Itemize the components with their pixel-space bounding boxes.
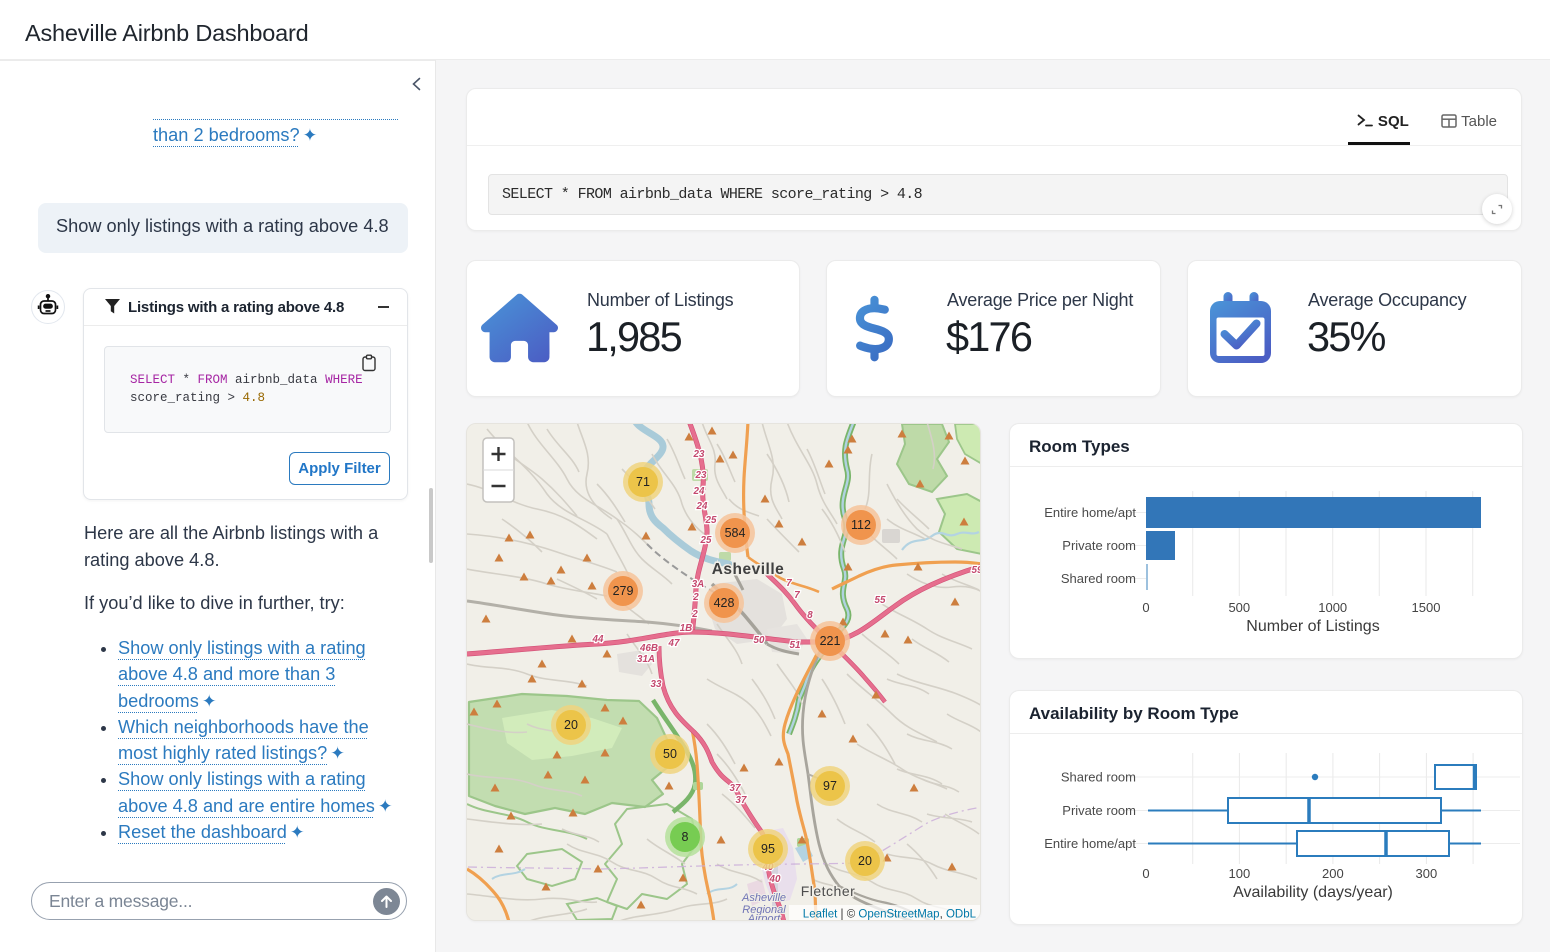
svg-text:47: 47 [668, 638, 680, 649]
svg-text:2: 2 [692, 592, 699, 603]
svg-text:8: 8 [682, 830, 689, 844]
svg-text:25: 25 [705, 515, 717, 526]
svg-text:23: 23 [695, 470, 707, 481]
svg-text:97: 97 [823, 779, 837, 793]
svg-text:20: 20 [858, 854, 872, 868]
svg-text:0: 0 [1142, 866, 1149, 881]
svg-text:Shared room: Shared room [1061, 770, 1136, 785]
svg-text:Private room: Private room [1062, 803, 1136, 818]
svg-text:279: 279 [613, 584, 634, 598]
svg-text:584: 584 [725, 526, 746, 540]
svg-text:40: 40 [769, 874, 781, 885]
svg-text:Fletcher: Fletcher [801, 883, 856, 899]
svg-text:500: 500 [1228, 600, 1250, 615]
svg-text:50: 50 [754, 635, 765, 646]
svg-text:46B: 46B [639, 643, 658, 654]
svg-text:1B: 1B [680, 623, 693, 634]
svg-text:1000: 1000 [1318, 600, 1347, 615]
svg-text:8: 8 [807, 610, 813, 621]
svg-text:3A: 3A [692, 579, 705, 590]
svg-text:44: 44 [592, 634, 604, 645]
svg-text:300: 300 [1416, 866, 1438, 881]
svg-text:428: 428 [714, 596, 735, 610]
svg-text:221: 221 [820, 634, 841, 648]
svg-text:2: 2 [691, 609, 698, 620]
svg-text:55: 55 [875, 595, 886, 606]
svg-text:37: 37 [736, 795, 747, 806]
svg-text:59: 59 [972, 565, 981, 576]
svg-text:200: 200 [1322, 866, 1344, 881]
svg-text:Entire home/apt: Entire home/apt [1044, 836, 1136, 851]
svg-text:23: 23 [693, 449, 705, 460]
svg-text:25: 25 [700, 535, 712, 546]
svg-text:Number of Listings: Number of Listings [1246, 618, 1379, 635]
svg-text:112: 112 [851, 518, 871, 532]
svg-text:37: 37 [730, 783, 741, 794]
svg-text:Entire home/apt: Entire home/apt [1044, 505, 1136, 520]
svg-text:1500: 1500 [1412, 600, 1441, 615]
svg-text:Asheville: Asheville [712, 561, 785, 578]
svg-text:7: 7 [794, 590, 800, 601]
svg-text:Airport: Airport [747, 913, 781, 921]
svg-text:Asheville: Asheville [741, 892, 786, 904]
svg-text:51: 51 [790, 640, 801, 651]
svg-text:Leaflet | © OpenStreetMap, ODb: Leaflet | © OpenStreetMap, ODbL [803, 909, 977, 921]
svg-text:50: 50 [663, 747, 677, 761]
svg-text:Shared room: Shared room [1061, 571, 1136, 586]
svg-text:31A: 31A [637, 654, 655, 665]
svg-text:7: 7 [786, 578, 792, 589]
svg-text:Private room: Private room [1062, 538, 1136, 553]
svg-text:0: 0 [1142, 600, 1149, 615]
svg-text:24: 24 [693, 486, 705, 497]
svg-text:20: 20 [564, 718, 578, 732]
svg-text:100: 100 [1229, 866, 1251, 881]
svg-text:95: 95 [761, 842, 775, 856]
svg-text:24: 24 [696, 501, 708, 512]
svg-text:71: 71 [636, 475, 650, 489]
svg-text:33: 33 [651, 679, 662, 690]
svg-text:Availability (days/year): Availability (days/year) [1233, 884, 1393, 901]
